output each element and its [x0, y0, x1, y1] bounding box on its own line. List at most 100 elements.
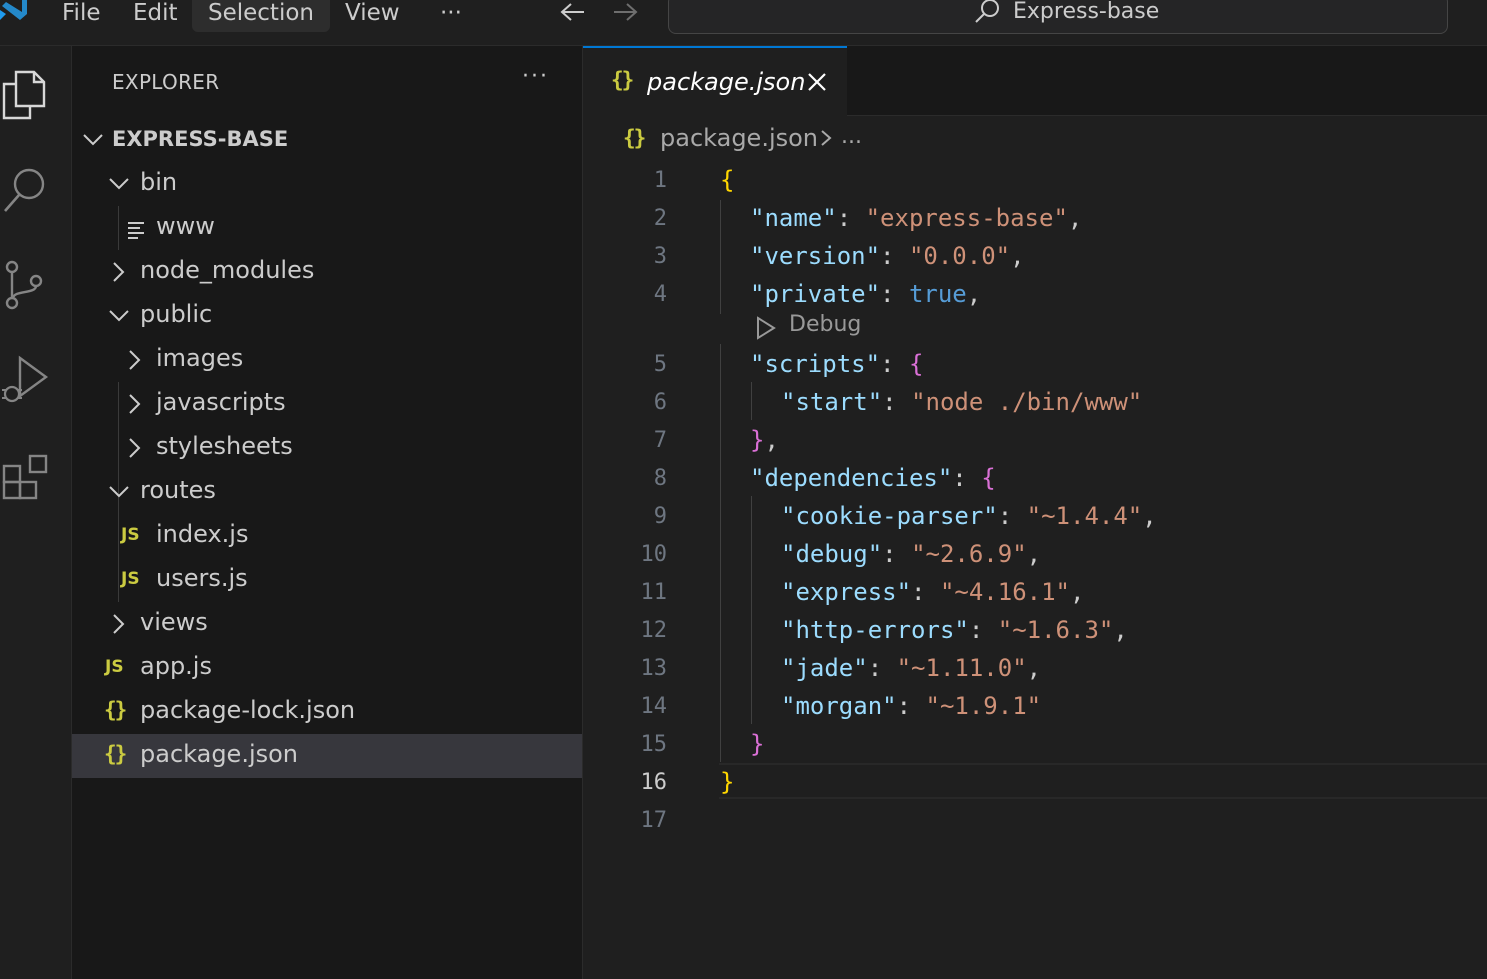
line-number: 10: [640, 542, 668, 567]
line-number: 7: [653, 428, 667, 453]
line-number: 1: [653, 168, 667, 193]
explorer-more-button[interactable]: ···: [522, 64, 549, 89]
code-line[interactable]: 2 "name": "express-base",: [583, 200, 1487, 238]
tree-folder-routes[interactable]: routes: [72, 470, 582, 514]
tree-folder-stylesheets[interactable]: stylesheets: [72, 426, 582, 470]
json-file-icon: {}: [104, 698, 127, 722]
code-text: }: [720, 768, 735, 796]
line-number: 5: [653, 352, 667, 377]
code-line[interactable]: 17: [583, 802, 1487, 840]
editor-area: {} package.json {} package.json ... Debu…: [583, 46, 1487, 979]
code-line[interactable]: 10 "debug": "~2.6.9",: [583, 536, 1487, 574]
line-number: 6: [653, 390, 667, 415]
breadcrumb-more[interactable]: ...: [841, 124, 862, 149]
chevron-down-icon: [83, 134, 103, 146]
command-center[interactable]: Express-base: [668, 0, 1448, 34]
chevron-down-icon: [109, 178, 129, 190]
tab-label: package.json: [647, 68, 806, 96]
menu-file[interactable]: File: [46, 0, 117, 32]
text-file-icon: [128, 222, 144, 239]
code-text: "jade": "~1.11.0",: [781, 654, 1042, 682]
run-debug-icon[interactable]: [0, 352, 50, 408]
code-line[interactable]: 9 "cookie-parser": "~1.4.4",: [583, 498, 1487, 536]
tree-file-package-lock-json[interactable]: {} package-lock.json: [72, 690, 582, 734]
tree-folder-node-modules[interactable]: node_modules: [72, 250, 582, 294]
explorer-sidebar: EXPLORER ··· EXPRESS-BASE bin www node_m…: [72, 46, 583, 979]
code-text: "dependencies": {: [750, 464, 996, 492]
tree-folder-javascripts[interactable]: javascripts: [72, 382, 582, 426]
tree-root[interactable]: EXPRESS-BASE: [72, 118, 582, 162]
json-file-icon: {}: [623, 126, 646, 150]
code-line[interactable]: 11 "express": "~4.16.1",: [583, 574, 1487, 612]
close-icon[interactable]: [807, 72, 827, 92]
code-line[interactable]: 5 "scripts": {: [583, 346, 1487, 384]
extensions-icon[interactable]: [0, 450, 50, 506]
chevron-right-icon: [129, 438, 141, 458]
code-text: "private": true,: [750, 280, 982, 308]
code-line[interactable]: 12 "http-errors": "~1.6.3",: [583, 612, 1487, 650]
forward-arrow-icon[interactable]: [610, 0, 640, 26]
tree-folder-views[interactable]: views: [72, 602, 582, 646]
source-control-icon[interactable]: [0, 258, 50, 314]
chevron-right-icon: [113, 614, 125, 634]
line-number: 17: [640, 808, 668, 833]
line-number: 3: [653, 244, 667, 269]
menu-more[interactable]: ···: [424, 0, 478, 32]
tree-item-label: views: [140, 608, 208, 636]
tree-folder-images[interactable]: images: [72, 338, 582, 382]
menu-selection[interactable]: Selection: [192, 0, 330, 32]
tree-folder-bin[interactable]: bin: [72, 162, 582, 206]
line-number: 14: [640, 694, 668, 719]
code-line[interactable]: 7 },: [583, 422, 1487, 460]
line-number: 15: [640, 732, 668, 757]
tree-item-label: bin: [140, 168, 178, 196]
code-text: "start": "node ./bin/www": [781, 388, 1143, 416]
code-line[interactable]: 4 "private": true,: [583, 276, 1487, 314]
line-number: 8: [653, 466, 667, 491]
tree-file-app-js[interactable]: JS app.js: [72, 646, 582, 690]
tree-item-label: package.json: [140, 740, 299, 768]
tree-root-label: EXPRESS-BASE: [112, 127, 289, 151]
code-text: "http-errors": "~1.6.3",: [781, 616, 1128, 644]
back-arrow-icon[interactable]: [558, 0, 588, 26]
code-line[interactable]: 16 }: [583, 764, 1487, 802]
tab-package-json[interactable]: {} package.json: [583, 46, 847, 116]
tree-item-label: routes: [140, 476, 216, 504]
line-number: 13: [640, 656, 668, 681]
menu-edit[interactable]: Edit: [117, 0, 194, 32]
tree-file-users-js[interactable]: JS users.js: [72, 558, 582, 602]
explorer-title: EXPLORER: [112, 70, 220, 94]
chevron-right-icon: [129, 394, 141, 414]
code-line[interactable]: 8 "dependencies": {: [583, 460, 1487, 498]
chevron-right-icon: [129, 350, 141, 370]
tree-item-label: index.js: [156, 520, 249, 548]
tree-item-label: stylesheets: [156, 432, 293, 460]
js-file-icon: JS: [105, 657, 124, 677]
command-center-text: Express-base: [1013, 0, 1160, 24]
js-file-icon: JS: [121, 569, 140, 589]
code-text: "morgan": "~1.9.1": [781, 692, 1042, 720]
code-text: "express": "~4.16.1",: [781, 578, 1085, 606]
menu-view[interactable]: View: [329, 0, 416, 32]
tree-item-label: images: [156, 344, 244, 372]
explorer-files-icon[interactable]: [0, 68, 50, 124]
code-line[interactable]: 13 "jade": "~1.11.0",: [583, 650, 1487, 688]
tree-file-package-json[interactable]: {} package.json: [72, 734, 582, 778]
code-line[interactable]: 14 "morgan": "~1.9.1": [583, 688, 1487, 726]
tree-folder-public[interactable]: public: [72, 294, 582, 338]
code-text: "scripts": {: [750, 350, 924, 378]
code-line[interactable]: 1 {: [583, 162, 1487, 200]
code-line[interactable]: 6 "start": "node ./bin/www": [583, 384, 1487, 422]
tree-file-www[interactable]: www: [72, 206, 582, 250]
tree-file-index-js[interactable]: JS index.js: [72, 514, 582, 558]
chevron-down-icon: [109, 486, 129, 498]
vscode-logo-icon: [0, 0, 27, 20]
search-icon[interactable]: [0, 164, 50, 220]
title-bar: File Edit Selection View ··· Express-bas…: [0, 0, 1487, 46]
tree-item-label: www: [156, 212, 215, 240]
chevron-down-icon: [109, 310, 129, 322]
code-text: }: [750, 730, 765, 758]
code-line[interactable]: 3 "version": "0.0.0",: [583, 238, 1487, 276]
breadcrumb-file[interactable]: package.json: [660, 124, 818, 152]
code-line[interactable]: 15 }: [583, 726, 1487, 764]
